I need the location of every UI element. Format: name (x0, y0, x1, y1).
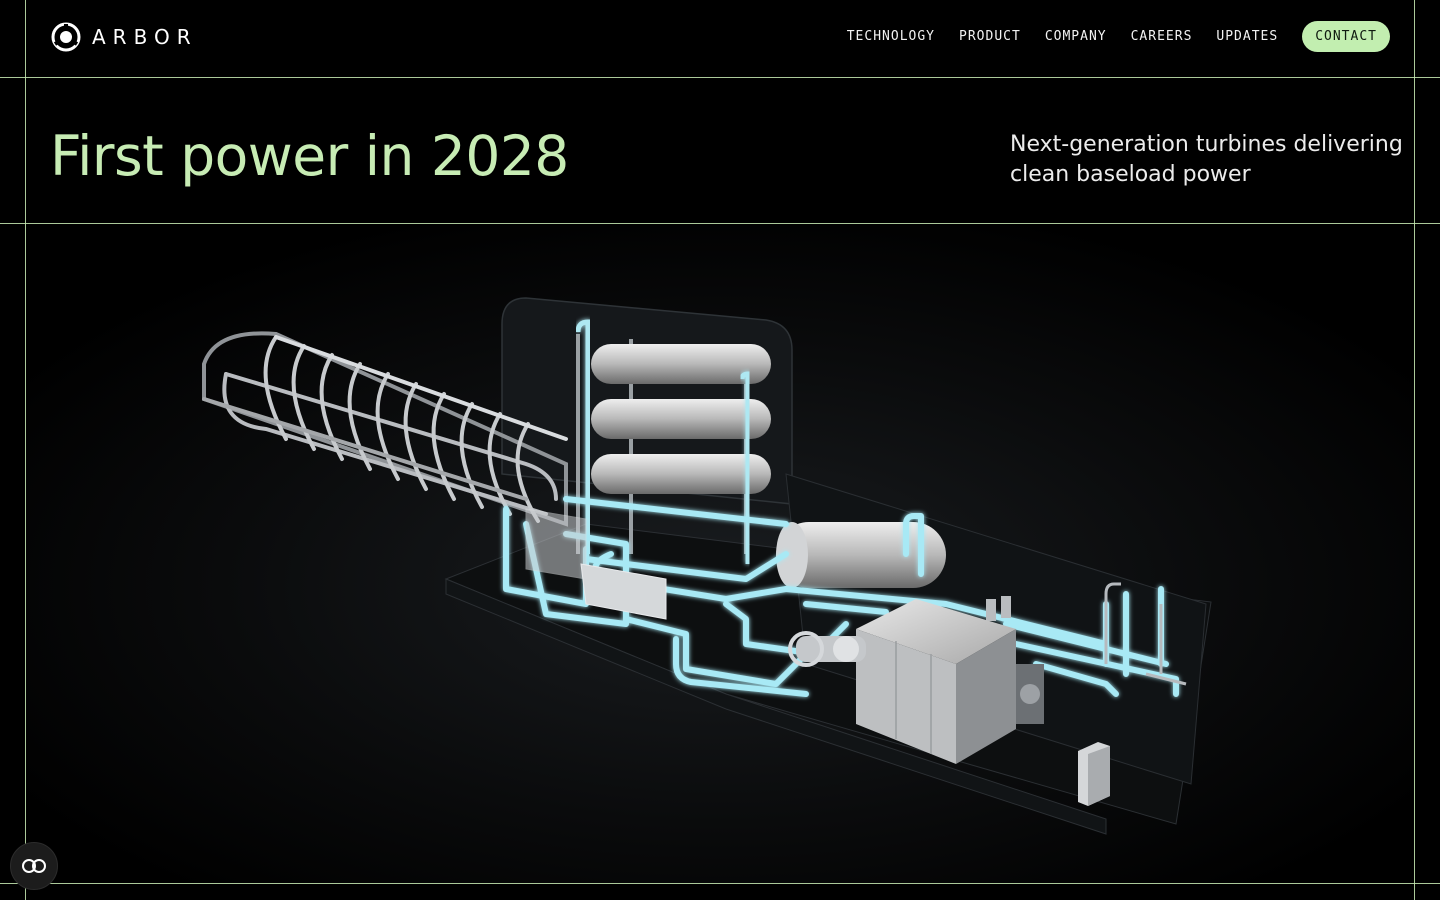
turbine-plant-render (26, 224, 1414, 883)
accessibility-toggle-icon (22, 859, 46, 873)
contact-button[interactable]: CONTACT (1302, 21, 1390, 52)
site-header: ARBOR TECHNOLOGY PRODUCT COMPANY CAREERS… (0, 0, 1440, 77)
nav-item-updates[interactable]: UPDATES (1216, 29, 1278, 44)
grid-line-bottom (0, 883, 1440, 884)
grid-line-header (0, 77, 1440, 78)
main-nav: TECHNOLOGY PRODUCT COMPANY CAREERS UPDAT… (847, 20, 1390, 53)
nav-item-company[interactable]: COMPANY (1045, 29, 1107, 44)
turbine-plant-illustration (26, 224, 1414, 883)
nav-item-technology[interactable]: TECHNOLOGY (847, 29, 935, 44)
turbine-shaft (788, 631, 866, 667)
nav-item-careers[interactable]: CAREERS (1131, 29, 1193, 44)
control-cabinet (1078, 742, 1110, 806)
arbor-logo-icon (51, 22, 81, 52)
page: ARBOR TECHNOLOGY PRODUCT COMPANY CAREERS… (0, 0, 1440, 900)
brand-name: ARBOR (92, 25, 198, 49)
nav-item-product[interactable]: PRODUCT (959, 29, 1021, 44)
brand-logo-link[interactable]: ARBOR (50, 21, 198, 53)
hero-title: First power in 2028 (50, 124, 569, 188)
accessibility-toggle-button[interactable] (10, 842, 58, 890)
grid-line-right (1414, 0, 1415, 900)
hero-subtitle: Next-generation turbines delivering clea… (1010, 132, 1403, 187)
